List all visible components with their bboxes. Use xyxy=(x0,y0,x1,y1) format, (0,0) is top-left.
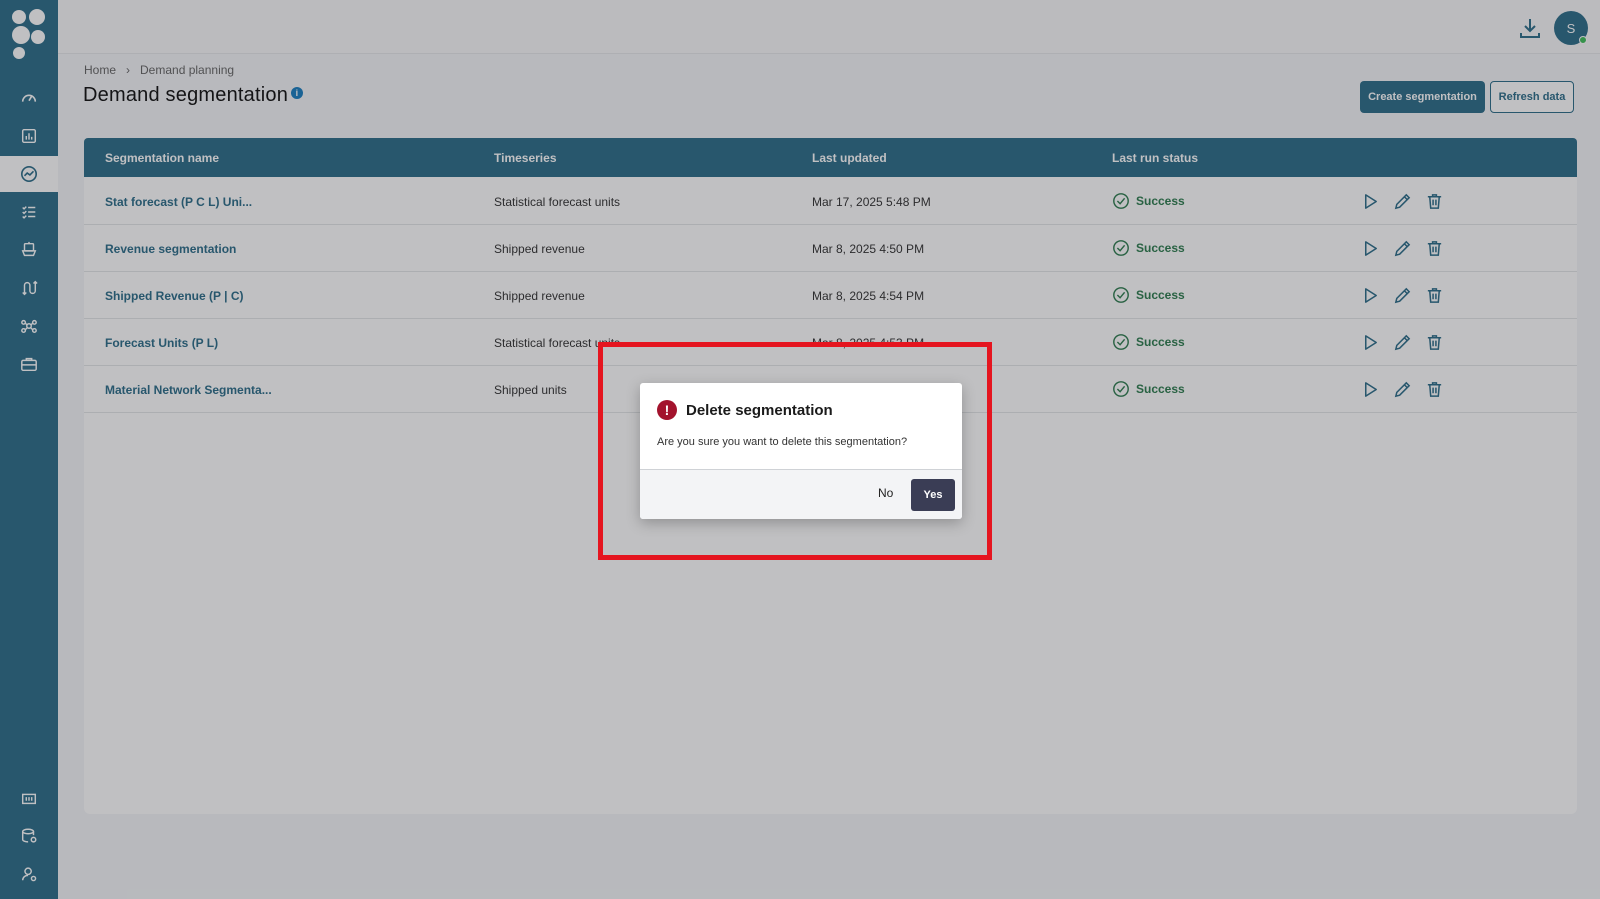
annotation-highlight-box xyxy=(598,342,992,560)
